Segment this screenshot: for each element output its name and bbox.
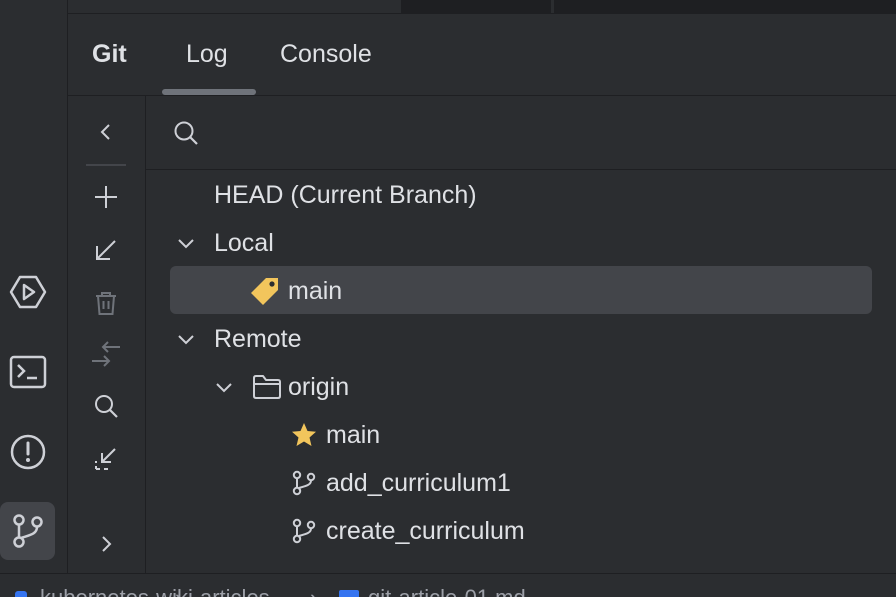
editor-tab-edge — [401, 0, 551, 13]
folder-icon — [253, 375, 281, 399]
star-icon — [292, 423, 316, 446]
toolbar-separator — [86, 164, 126, 166]
problems-button[interactable] — [0, 423, 55, 481]
search-icon — [174, 121, 198, 145]
tree-node-local[interactable]: Local — [174, 219, 274, 267]
breadcrumb-file[interactable]: git-article-01.md — [368, 585, 526, 597]
search-icon — [95, 395, 118, 418]
collapse-all-button[interactable] — [88, 440, 124, 476]
breadcrumb-project[interactable]: kubernetes-wiki — [40, 585, 193, 597]
chevron-left-icon — [100, 124, 110, 140]
delete-icon — [96, 292, 116, 315]
delete-branch-button[interactable] — [88, 285, 124, 321]
branch-search-bar[interactable] — [146, 96, 896, 170]
tree-item-origin-main[interactable]: main — [290, 411, 380, 459]
tool-window-strip — [0, 0, 68, 573]
update-button[interactable] — [88, 232, 124, 268]
tag-icon — [251, 278, 278, 305]
new-branch-button[interactable] — [88, 179, 124, 215]
tree-item-label: HEAD (Current Branch) — [214, 180, 477, 209]
merge-icon — [92, 341, 120, 367]
breadcrumb-separator: › — [310, 585, 317, 597]
editor-tabs-edge — [68, 0, 896, 14]
panel-title: Git — [92, 40, 127, 68]
branches-toolbar — [68, 96, 146, 573]
tree-item-label: main — [288, 276, 343, 305]
chevron-right-icon — [102, 536, 112, 552]
git-branch-icon — [292, 518, 316, 544]
tree-item-label: main — [326, 420, 381, 449]
services-icon — [9, 275, 46, 309]
checkout-icon — [96, 240, 116, 260]
tree-item-label: create_curriculum — [326, 516, 525, 545]
collapse-icon — [95, 448, 116, 470]
services-button[interactable] — [0, 263, 55, 321]
expand-panel-button[interactable] — [88, 526, 124, 562]
tree-item-local-main[interactable]: main — [250, 267, 342, 315]
chevron-down-icon — [178, 335, 194, 345]
status-bar: kubernetes-wiki › articles › git-article… — [0, 573, 896, 597]
search-input[interactable] — [212, 114, 876, 152]
chevron-down-icon — [178, 239, 194, 249]
editor-tab-edge — [554, 0, 896, 13]
tree-node-remote[interactable]: Remote — [174, 315, 302, 363]
terminal-button[interactable] — [0, 343, 55, 401]
tree-item-origin-create-curriculum[interactable]: create_curriculum — [290, 507, 525, 555]
tree-item-label: Local — [214, 228, 274, 257]
tab-log[interactable]: Log — [186, 40, 228, 69]
breadcrumb-separator: › — [175, 585, 182, 597]
search-branches-button[interactable] — [88, 388, 124, 424]
tree-node-origin[interactable]: origin — [212, 363, 349, 411]
git-button[interactable] — [0, 502, 55, 560]
tab-console[interactable]: Console — [280, 40, 372, 69]
add-icon — [95, 186, 117, 208]
compare-branches-button[interactable] — [88, 336, 124, 372]
git-branch-icon — [292, 470, 316, 496]
tree-item-label: origin — [288, 372, 350, 401]
chevron-down-icon — [216, 383, 232, 393]
active-tab-indicator — [162, 89, 256, 95]
problems-icon — [10, 434, 45, 470]
tree-item-label: Remote — [214, 324, 302, 353]
git-branch-icon — [12, 514, 43, 548]
collapse-panel-button[interactable] — [88, 114, 124, 150]
git-panel-header: Git Log Console — [68, 14, 896, 96]
breadcrumb-folder[interactable]: articles — [200, 585, 270, 597]
tree-item-origin-add-curriculum1[interactable]: add_curriculum1 — [290, 459, 511, 507]
tree-item-head[interactable]: HEAD (Current Branch) — [214, 171, 477, 219]
tree-item-label: add_curriculum1 — [326, 468, 511, 497]
terminal-icon — [9, 355, 46, 389]
